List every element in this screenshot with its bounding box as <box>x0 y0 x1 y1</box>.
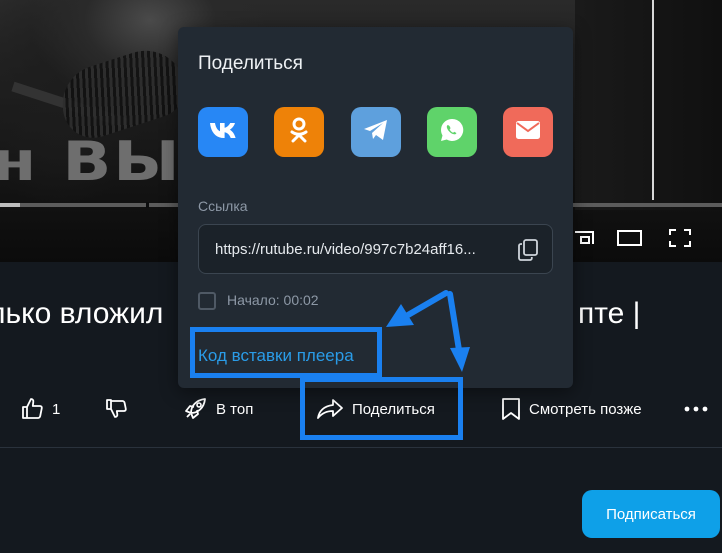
share-telegram-button[interactable] <box>351 107 401 157</box>
thumbs-up-icon <box>20 397 44 421</box>
subscribe-button[interactable]: Подписаться <box>582 490 720 538</box>
video-chapter-marker <box>146 202 149 208</box>
share-highlight-box <box>300 377 463 440</box>
share-popup-title: Поделиться <box>198 53 303 74</box>
bookmark-icon <box>501 397 521 421</box>
dislike-button[interactable] <box>104 396 128 422</box>
video-title-end: пте | <box>578 297 641 330</box>
thumbs-down-icon <box>104 397 128 421</box>
video-title: лько вложил <box>0 297 164 330</box>
share-whatsapp-button[interactable] <box>427 107 477 157</box>
video-progress-fill <box>0 203 20 207</box>
rocket-icon <box>182 396 208 422</box>
video-light-stripe <box>652 0 654 200</box>
more-dots-icon <box>684 406 708 412</box>
video-background-panel <box>575 0 722 210</box>
more-options-button[interactable] <box>684 396 708 422</box>
watch-later-button[interactable]: Смотреть позже <box>501 396 642 422</box>
share-odnoklassniki-button[interactable] <box>274 107 324 157</box>
copy-icon[interactable] <box>518 239 538 261</box>
share-email-button[interactable] <box>503 107 553 157</box>
embed-highlight-box <box>190 327 382 378</box>
watch-later-label: Смотреть позже <box>529 400 642 418</box>
whatsapp-icon <box>438 116 466 149</box>
odnoklassniki-icon <box>289 117 309 148</box>
boost-to-top-label: В топ <box>216 400 254 418</box>
fullscreen-icon[interactable] <box>668 228 694 248</box>
section-divider <box>0 447 722 448</box>
start-time-checkbox[interactable] <box>198 292 216 310</box>
start-time-label: Начало: 00:02 <box>227 292 319 308</box>
share-link-value[interactable]: https://rutube.ru/video/997c7b24aff16... <box>215 241 515 258</box>
likes-count: 1 <box>52 400 61 418</box>
miniplayer-icon[interactable] <box>573 228 599 248</box>
share-link-field[interactable]: https://rutube.ru/video/997c7b24aff16... <box>198 224 553 274</box>
link-label: Ссылка <box>198 198 248 214</box>
boost-to-top-button[interactable]: В топ <box>182 396 253 422</box>
vk-icon <box>209 121 237 144</box>
like-button[interactable]: 1 <box>20 396 60 422</box>
telegram-icon <box>363 119 389 146</box>
theater-mode-icon[interactable] <box>617 228 643 248</box>
share-vk-button[interactable] <box>198 107 248 157</box>
mail-icon <box>515 120 541 145</box>
